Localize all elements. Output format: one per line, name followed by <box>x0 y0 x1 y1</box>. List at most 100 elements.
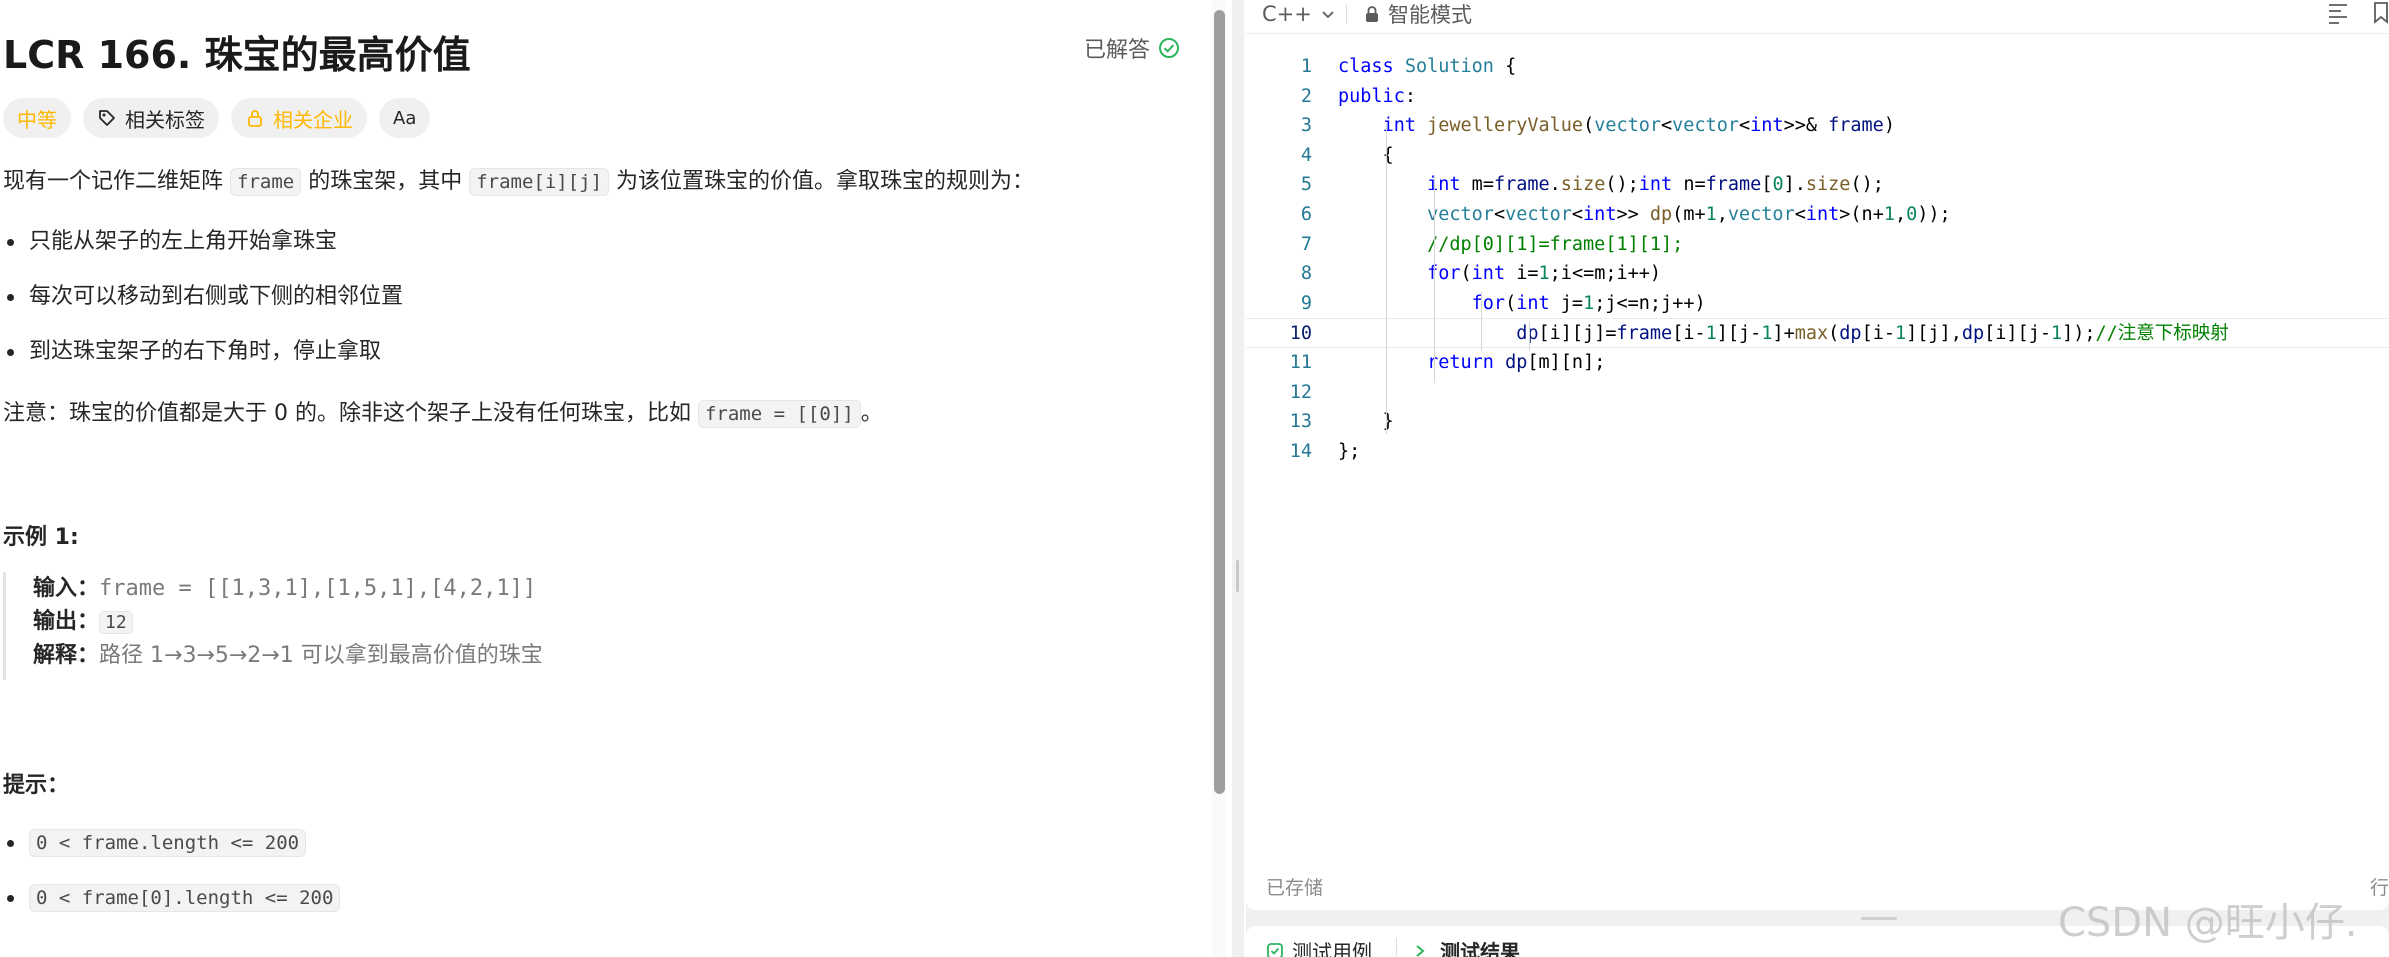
tab-testcase[interactable]: 测试用例 <box>1266 936 1372 957</box>
checkbox-icon <box>1267 942 1283 957</box>
problem-header: LCR 166. 珠宝的最高价值 已解答 <box>0 18 1190 78</box>
example-title: 示例 1: <box>3 525 79 550</box>
mode-label: 智能模式 <box>1388 3 1472 27</box>
code-line[interactable]: 1 class Solution { <box>1246 52 2389 82</box>
line-number: 12 <box>1289 381 1312 403</box>
code-line[interactable]: 7 //dp[0][1]=frame[1][1]; <box>1246 230 2389 260</box>
code-line[interactable]: 2 public: <box>1246 82 2389 112</box>
language-selector[interactable]: C++ <box>1262 0 1336 28</box>
line-number: 3 <box>1300 115 1312 137</box>
cursor-position: 行 <box>2369 877 2389 899</box>
related-companies-button[interactable]: 相关企业 <box>231 98 367 138</box>
code-line[interactable]: 3 int jewelleryValue(vector<vector<int>>… <box>1246 111 2389 141</box>
code-text[interactable]: }; <box>1338 437 1360 467</box>
resize-grip-icon[interactable] <box>1236 560 1239 592</box>
indent-guide <box>1386 123 1387 434</box>
statement-text: 的珠宝架，其中 <box>301 169 470 194</box>
list-item: 0 < frame[0].length <= 200 <box>3 878 1183 933</box>
translate-button[interactable]: Aa <box>379 98 431 138</box>
list-item: 0 < frame.length <= 200 <box>3 823 1183 878</box>
language-label: C++ <box>1262 2 1312 26</box>
code-text[interactable]: for(int j=1;j<=n;j++) <box>1338 289 1706 319</box>
code-line[interactable]: 13 } <box>1246 407 2389 437</box>
bookmark-icon[interactable] <box>2373 2 2389 24</box>
bottom-resize-grip[interactable] <box>1861 917 1897 920</box>
line-number: 1 <box>1300 56 1312 77</box>
tag-bar: 中等 相关标签 相关企业 Aa <box>3 98 431 138</box>
difficulty-badge[interactable]: 中等 <box>3 98 71 138</box>
code-text[interactable]: public: <box>1338 82 1416 112</box>
code-line[interactable]: 10 dp[i][j]=frame[i-1][j-1]+max(dp[i-1][… <box>1246 318 2389 348</box>
code-text[interactable]: //dp[0][1]=frame[1][1]; <box>1338 230 1683 260</box>
note-prefix: 注意：珠宝的价值都是大于 0 的。除非这个架子上没有任何珠宝，比如 <box>3 401 698 426</box>
format-icon[interactable] <box>2327 2 2351 24</box>
code-editor-pane: C++ 智能模式 1 class Solution { 2 public: 3 i… <box>1246 0 2389 957</box>
code-line[interactable]: 14}; <box>1246 437 2389 467</box>
inline-code: 0 < frame.length <= 200 <box>29 829 307 857</box>
line-number: 2 <box>1300 85 1312 107</box>
tab-test-result-label: 测试结果 <box>1440 940 1520 957</box>
code-line[interactable]: 5 int m=frame.size();int n=frame[0].size… <box>1246 170 2389 200</box>
code-text[interactable]: return dp[m][n]; <box>1338 348 1605 378</box>
tab-test-result[interactable]: 测试结果 <box>1414 936 1520 957</box>
input-value: frame = [[1,3,1],[1,5,1],[4,2,1]] <box>99 576 537 601</box>
code-text[interactable]: class Solution { <box>1338 52 1516 82</box>
check-circle-icon <box>1159 38 1179 58</box>
line-number: 6 <box>1300 203 1312 225</box>
problem-statement: 现有一个记作二维矩阵 frame 的珠宝架，其中 frame[i][j] 为该位… <box>3 162 1183 202</box>
code-area[interactable]: 1 class Solution {2 public: 3 int jewellery… <box>1246 52 2389 472</box>
problem-description-pane: LCR 166. 珠宝的最高价值 已解答 中等 相关标签 相关企业 Aa 现有一… <box>0 0 1200 957</box>
line-number: 7 <box>1300 233 1312 255</box>
line-number: 13 <box>1289 411 1312 433</box>
explain-value: 路径 1→3→5→2→1 可以拿到最高价值的珠宝 <box>99 643 543 668</box>
code-line[interactable]: 11 return dp[m][n]; <box>1246 348 2389 378</box>
line-number: 5 <box>1300 174 1312 196</box>
inline-code: frame = [[0]] <box>697 400 861 428</box>
rules-list: 只能从架子的左上角开始拿珠宝 每次可以移动到右侧或下侧的相邻位置 到达珠宝架子的… <box>3 222 1183 387</box>
line-number: 14 <box>1289 440 1312 462</box>
inline-code: frame[i][j] <box>469 168 610 196</box>
statement-text: 现有一个记作二维矩阵 <box>3 169 230 194</box>
solved-label: 已解答 <box>1083 38 1150 63</box>
explain-label: 解释： <box>33 643 100 668</box>
note-suffix: 。 <box>860 401 883 426</box>
smart-mode-toggle[interactable]: 智能模式 <box>1364 0 1472 28</box>
toolbar-separator <box>1346 4 1347 24</box>
output-value: 12 <box>99 611 133 634</box>
code-line[interactable]: 9 for(int j=1;j<=n;j++) <box>1246 289 2389 319</box>
input-label: 输入： <box>33 576 100 601</box>
code-line[interactable]: 8 for(int i=1;i<=m;i++) <box>1246 259 2389 289</box>
code-text[interactable]: int m=frame.size();int n=frame[0].size()… <box>1338 170 1884 200</box>
description-scrollbar-thumb[interactable] <box>1214 10 1225 794</box>
lock-icon <box>1366 6 1378 22</box>
lock-icon <box>248 110 262 127</box>
indent-guide <box>1434 175 1435 383</box>
solved-status: 已解答 <box>1084 32 1180 64</box>
chevron-down-icon <box>1322 11 1334 19</box>
related-tags-button[interactable]: 相关标签 <box>83 98 219 138</box>
code-line[interactable]: 6 vector<vector<int>> dp(m+1,vector<int>… <box>1246 200 2389 230</box>
line-number: 9 <box>1300 292 1312 314</box>
translate-icon: Aa <box>393 107 417 129</box>
indent-guide <box>1481 291 1482 351</box>
hints-title: 提示： <box>3 773 70 798</box>
code-text[interactable]: vector<vector<int>> dp(m+1,vector<int>(n… <box>1338 200 1951 230</box>
pane-resize-divider[interactable] <box>1232 0 1244 957</box>
line-number: 10 <box>1289 323 1312 345</box>
line-number: 4 <box>1300 144 1312 166</box>
output-label: 输出： <box>33 609 100 634</box>
code-line[interactable]: 12 <box>1246 378 2389 408</box>
tab-separator <box>1396 938 1397 956</box>
tag-icon <box>99 110 115 126</box>
code-text[interactable]: int jewelleryValue(vector<vector<int>>& … <box>1338 111 1895 141</box>
tab-testcase-label: 测试用例 <box>1292 940 1372 957</box>
watermark: CSDN @旺小仔. <box>2058 900 2358 946</box>
related-tags-label: 相关标签 <box>125 107 205 132</box>
list-item: 只能从架子的左上角开始拿珠宝 <box>3 222 1183 277</box>
statement-text: 为该位置珠宝的价值。拿取珠宝的规则为： <box>609 169 1035 194</box>
editor-card: C++ 智能模式 1 class Solution { 2 public: 3 i… <box>1246 0 2389 910</box>
code-line[interactable]: 4 { <box>1246 141 2389 171</box>
related-companies-label: 相关企业 <box>273 107 353 132</box>
code-text[interactable]: dp[i][j]=frame[i-1][j-1]+max(dp[i-1][j],… <box>1338 319 2229 349</box>
editor-toolbar: C++ 智能模式 <box>1246 0 2389 34</box>
